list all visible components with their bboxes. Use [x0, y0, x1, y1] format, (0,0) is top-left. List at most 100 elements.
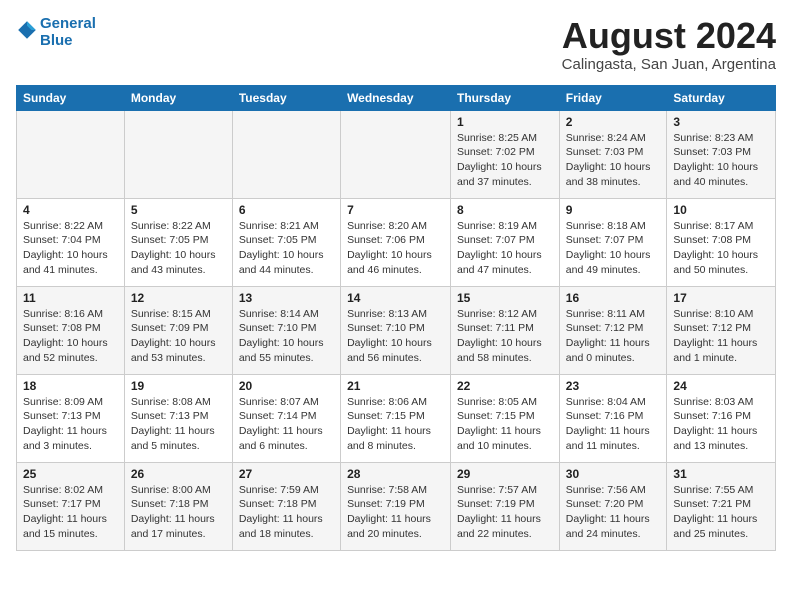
logo-text: General Blue	[40, 16, 96, 49]
day-info: Sunrise: 8:19 AMSunset: 7:07 PMDaylight:…	[457, 219, 553, 278]
day-info: Sunrise: 8:15 AMSunset: 7:09 PMDaylight:…	[131, 307, 226, 366]
day-cell: 19 Sunrise: 8:08 AMSunset: 7:13 PMDayligh…	[124, 374, 232, 462]
day-number: 19	[131, 379, 226, 393]
day-number: 18	[23, 379, 118, 393]
day-info: Sunrise: 8:25 AMSunset: 7:02 PMDaylight:…	[457, 131, 553, 190]
day-info: Sunrise: 8:18 AMSunset: 7:07 PMDaylight:…	[566, 219, 661, 278]
day-cell: 11 Sunrise: 8:16 AMSunset: 7:08 PMDayligh…	[17, 286, 125, 374]
weekday-header-monday: Monday	[124, 85, 232, 110]
day-cell: 3 Sunrise: 8:23 AMSunset: 7:03 PMDaylight…	[667, 110, 776, 198]
day-info: Sunrise: 8:12 AMSunset: 7:11 PMDaylight:…	[457, 307, 553, 366]
day-cell: 21 Sunrise: 8:06 AMSunset: 7:15 PMDayligh…	[341, 374, 451, 462]
day-number: 5	[131, 203, 226, 217]
month-title: August 2024	[562, 16, 776, 56]
day-number: 23	[566, 379, 661, 393]
day-cell: 6Sunrise: 8:21 AMSunset: 7:05 PMDaylight…	[232, 198, 340, 286]
day-number: 9	[566, 203, 661, 217]
day-number: 27	[239, 467, 334, 481]
day-cell: 22 Sunrise: 8:05 AMSunset: 7:15 PMDayligh…	[451, 374, 560, 462]
day-info: Sunrise: 8:17 AMSunset: 7:08 PMDaylight:…	[673, 219, 769, 278]
weekday-header-sunday: Sunday	[17, 85, 125, 110]
weekday-header-thursday: Thursday	[451, 85, 560, 110]
day-cell: 27 Sunrise: 7:59 AMSunset: 7:18 PMDayligh…	[232, 462, 340, 550]
day-cell: 18 Sunrise: 8:09 AMSunset: 7:13 PMDayligh…	[17, 374, 125, 462]
day-cell	[232, 110, 340, 198]
day-number: 16	[566, 291, 661, 305]
day-info: Sunrise: 8:03 AMSunset: 7:16 PMDaylight:…	[673, 395, 769, 454]
day-info: Sunrise: 8:08 AMSunset: 7:13 PMDaylight:…	[131, 395, 226, 454]
day-info: Sunrise: 8:00 AMSunset: 7:18 PMDaylight:…	[131, 483, 226, 542]
logo: General Blue	[16, 16, 96, 49]
day-number: 1	[457, 115, 553, 129]
day-cell: 15 Sunrise: 8:12 AMSunset: 7:11 PMDayligh…	[451, 286, 560, 374]
day-info: Sunrise: 7:58 AMSunset: 7:19 PMDaylight:…	[347, 483, 444, 542]
day-cell: 26Sunrise: 8:00 AMSunset: 7:18 PMDayligh…	[124, 462, 232, 550]
day-cell: 5 Sunrise: 8:22 AMSunset: 7:05 PMDaylight…	[124, 198, 232, 286]
logo-icon	[16, 19, 38, 41]
day-info: Sunrise: 8:23 AMSunset: 7:03 PMDaylight:…	[673, 131, 769, 190]
week-row-5: 25Sunrise: 8:02 AMSunset: 7:17 PMDayligh…	[17, 462, 776, 550]
day-cell: 30 Sunrise: 7:56 AMSunset: 7:20 PMDayligh…	[559, 462, 667, 550]
day-info: Sunrise: 8:06 AMSunset: 7:15 PMDaylight:…	[347, 395, 444, 454]
day-number: 28	[347, 467, 444, 481]
day-info: Sunrise: 8:13 AMSunset: 7:10 PMDaylight:…	[347, 307, 444, 366]
weekday-header-tuesday: Tuesday	[232, 85, 340, 110]
day-cell: 31Sunrise: 7:55 AMSunset: 7:21 PMDayligh…	[667, 462, 776, 550]
day-info: Sunrise: 7:57 AMSunset: 7:19 PMDaylight:…	[457, 483, 553, 542]
day-cell: 9 Sunrise: 8:18 AMSunset: 7:07 PMDaylight…	[559, 198, 667, 286]
weekday-header-friday: Friday	[559, 85, 667, 110]
day-info: Sunrise: 8:04 AMSunset: 7:16 PMDaylight:…	[566, 395, 661, 454]
day-cell: 4Sunrise: 8:22 AMSunset: 7:04 PMDaylight…	[17, 198, 125, 286]
day-number: 12	[131, 291, 226, 305]
day-number: 11	[23, 291, 118, 305]
day-cell: 12 Sunrise: 8:15 AMSunset: 7:09 PMDayligh…	[124, 286, 232, 374]
day-cell: 1 Sunrise: 8:25 AMSunset: 7:02 PMDaylight…	[451, 110, 560, 198]
day-info: Sunrise: 7:56 AMSunset: 7:20 PMDaylight:…	[566, 483, 661, 542]
day-info: Sunrise: 8:05 AMSunset: 7:15 PMDaylight:…	[457, 395, 553, 454]
location-subtitle: Calingasta, San Juan, Argentina	[562, 56, 776, 73]
day-info: Sunrise: 8:21 AMSunset: 7:05 PMDaylight:…	[239, 219, 334, 278]
week-row-4: 18 Sunrise: 8:09 AMSunset: 7:13 PMDayligh…	[17, 374, 776, 462]
day-info: Sunrise: 8:10 AMSunset: 7:12 PMDaylight:…	[673, 307, 769, 366]
day-cell: 29 Sunrise: 7:57 AMSunset: 7:19 PMDayligh…	[451, 462, 560, 550]
day-number: 13	[239, 291, 334, 305]
day-number: 7	[347, 203, 444, 217]
day-cell: 13 Sunrise: 8:14 AMSunset: 7:10 PMDayligh…	[232, 286, 340, 374]
day-cell: 25Sunrise: 8:02 AMSunset: 7:17 PMDayligh…	[17, 462, 125, 550]
day-cell: 14Sunrise: 8:13 AMSunset: 7:10 PMDayligh…	[341, 286, 451, 374]
day-info: Sunrise: 8:22 AMSunset: 7:05 PMDaylight:…	[131, 219, 226, 278]
page-header: General Blue August 2024 Calingasta, San…	[16, 16, 776, 73]
day-number: 29	[457, 467, 553, 481]
day-number: 25	[23, 467, 118, 481]
day-number: 3	[673, 115, 769, 129]
day-cell: 20Sunrise: 8:07 AMSunset: 7:14 PMDayligh…	[232, 374, 340, 462]
day-number: 21	[347, 379, 444, 393]
weekday-header-row: SundayMondayTuesdayWednesdayThursdayFrid…	[17, 85, 776, 110]
day-cell: 7 Sunrise: 8:20 AMSunset: 7:06 PMDaylight…	[341, 198, 451, 286]
day-number: 8	[457, 203, 553, 217]
day-cell: 16 Sunrise: 8:11 AMSunset: 7:12 PMDayligh…	[559, 286, 667, 374]
day-cell: 17 Sunrise: 8:10 AMSunset: 7:12 PMDayligh…	[667, 286, 776, 374]
day-cell: 8 Sunrise: 8:19 AMSunset: 7:07 PMDaylight…	[451, 198, 560, 286]
day-info: Sunrise: 8:11 AMSunset: 7:12 PMDaylight:…	[566, 307, 661, 366]
day-cell	[124, 110, 232, 198]
day-info: Sunrise: 8:20 AMSunset: 7:06 PMDaylight:…	[347, 219, 444, 278]
day-number: 17	[673, 291, 769, 305]
week-row-2: 4Sunrise: 8:22 AMSunset: 7:04 PMDaylight…	[17, 198, 776, 286]
day-number: 15	[457, 291, 553, 305]
day-cell: 10Sunrise: 8:17 AMSunset: 7:08 PMDayligh…	[667, 198, 776, 286]
calendar-table: SundayMondayTuesdayWednesdayThursdayFrid…	[16, 85, 776, 551]
day-info: Sunrise: 8:09 AMSunset: 7:13 PMDaylight:…	[23, 395, 118, 454]
day-info: Sunrise: 7:59 AMSunset: 7:18 PMDaylight:…	[239, 483, 334, 542]
day-info: Sunrise: 8:24 AMSunset: 7:03 PMDaylight:…	[566, 131, 661, 190]
day-info: Sunrise: 8:16 AMSunset: 7:08 PMDaylight:…	[23, 307, 118, 366]
day-cell: 28 Sunrise: 7:58 AMSunset: 7:19 PMDayligh…	[341, 462, 451, 550]
day-number: 22	[457, 379, 553, 393]
day-number: 30	[566, 467, 661, 481]
day-info: Sunrise: 8:14 AMSunset: 7:10 PMDaylight:…	[239, 307, 334, 366]
day-number: 4	[23, 203, 118, 217]
day-number: 20	[239, 379, 334, 393]
day-number: 2	[566, 115, 661, 129]
week-row-1: 1 Sunrise: 8:25 AMSunset: 7:02 PMDaylight…	[17, 110, 776, 198]
week-row-3: 11 Sunrise: 8:16 AMSunset: 7:08 PMDayligh…	[17, 286, 776, 374]
